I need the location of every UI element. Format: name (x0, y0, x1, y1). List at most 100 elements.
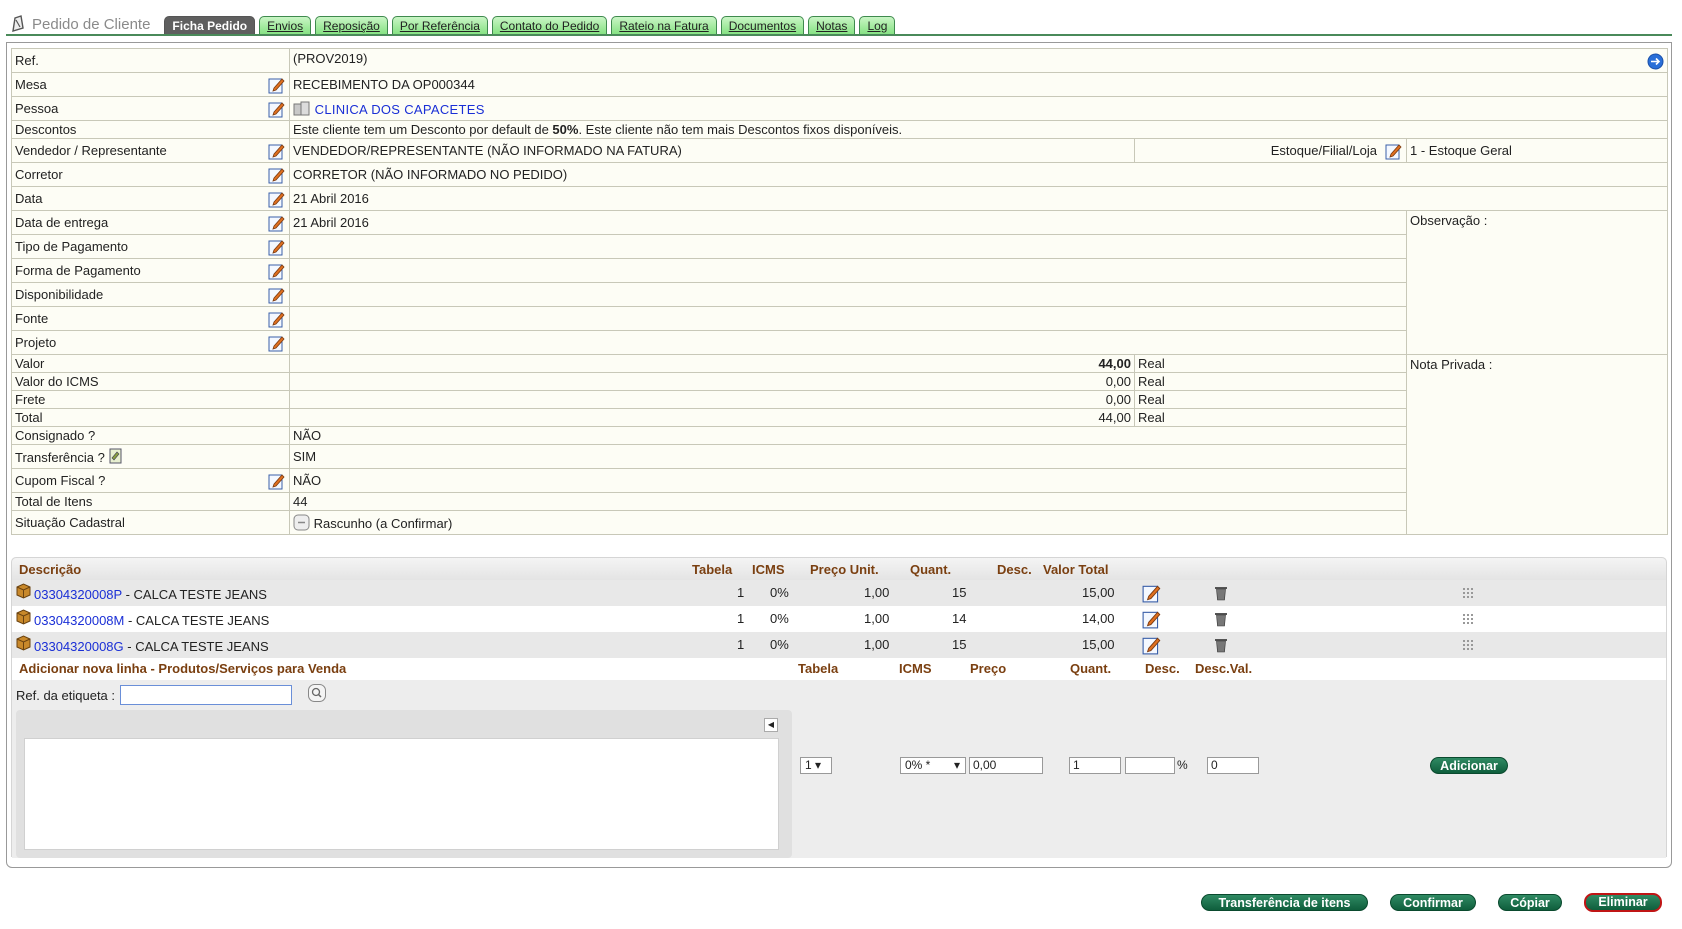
product-search-panel: ◀ (16, 710, 792, 858)
chevron-down-icon: ▾ (953, 758, 960, 772)
next-arrow-icon[interactable] (1647, 53, 1664, 70)
product-label: - CALCA TESTE JEANS (123, 639, 269, 654)
product-ref-link[interactable]: 03304320008G (34, 639, 124, 654)
product-box-icon (16, 635, 31, 651)
forma-pagamento-value (289, 258, 1407, 283)
tab-contato-do-pedido[interactable]: Contato do Pedido (491, 16, 608, 36)
confirmar-button[interactable]: Confirmar (1390, 894, 1476, 911)
consignado-value: NÃO (289, 426, 1407, 445)
edit-icon[interactable] (268, 262, 286, 280)
trash-icon[interactable] (1213, 584, 1229, 602)
cupom-value: NÃO (289, 468, 1407, 493)
edit-icon[interactable] (268, 100, 286, 118)
ref-label: Ref. (11, 48, 290, 73)
line-row: 03304320008P - CALCA TESTE JEANS 1 0% 1,… (12, 580, 1666, 606)
collapse-left-icon[interactable]: ◀ (764, 718, 778, 732)
corretor-label: Corretor (15, 167, 63, 182)
product-ref-link[interactable]: 03304320008P (34, 587, 122, 602)
preco-input[interactable]: 0,00 (969, 757, 1043, 774)
product-search-results[interactable] (24, 738, 779, 850)
row-descontos: Descontos Este cliente tem um Desconto p… (11, 120, 1669, 139)
tab-notas[interactable]: Notas (808, 16, 856, 36)
product-box-icon (16, 609, 31, 625)
product-ref-link[interactable]: 03304320008M (34, 613, 124, 628)
order-card: Ref. (PROV2019) Mesa RECEBIMENTO DA OP00… (6, 42, 1672, 868)
cell-quant: 15 (952, 637, 967, 652)
row-valor: Valor 44,00 Real Nota Privada : (11, 354, 1669, 535)
document-stamp-icon[interactable] (108, 448, 124, 464)
header-tabela: Tabela (692, 561, 733, 577)
edit-icon[interactable] (268, 334, 286, 352)
edit-icon[interactable] (268, 214, 286, 232)
quant-input[interactable]: 1 (1069, 757, 1121, 774)
mesa-value: RECEBIMENTO DA OP000344 (288, 72, 1669, 97)
edit-icon[interactable] (1385, 142, 1403, 160)
ref-etiqueta-input[interactable] (120, 685, 292, 705)
product-box-icon (16, 583, 31, 599)
copiar-button[interactable]: Cópiar (1498, 894, 1562, 911)
row-data: Data 21 Abril 2016 (11, 186, 1669, 211)
tab-envios[interactable]: Envios (259, 16, 312, 36)
edit-icon[interactable] (1142, 635, 1162, 655)
edit-icon[interactable] (268, 310, 286, 328)
mesa-label: Mesa (15, 77, 47, 92)
tab-documentos[interactable]: Documentos (720, 16, 805, 36)
cell-icms: 0% (770, 611, 789, 626)
edit-icon[interactable] (268, 76, 286, 94)
data-value: 21 Abril 2016 (288, 186, 1669, 211)
cupom-label: Cupom Fiscal ? (15, 473, 106, 488)
trash-icon[interactable] (1213, 636, 1229, 654)
edit-icon[interactable] (1142, 583, 1162, 603)
cell-tabela: 1 (737, 637, 745, 652)
edit-icon[interactable] (268, 166, 286, 184)
edit-icon[interactable] (268, 238, 286, 256)
nota-privada-cell[interactable]: Nota Privada : (1405, 354, 1669, 535)
transferencia-value: SIM (289, 444, 1407, 469)
cell-quant: 15 (952, 585, 967, 600)
row-vendedor: Vendedor / Representante VENDEDOR/REPRES… (11, 138, 1669, 163)
eliminar-button[interactable]: Eliminar (1584, 893, 1662, 912)
search-icon[interactable] (308, 684, 326, 702)
drag-handle-icon[interactable] (1463, 640, 1474, 651)
line-row: 03304320008M - CALCA TESTE JEANS 1 0% 1,… (12, 606, 1666, 632)
data-label: Data (15, 191, 43, 206)
disponibilidade-value (289, 282, 1407, 307)
desc-val-input[interactable]: 0 (1207, 757, 1259, 774)
tipo-pagamento-value (289, 234, 1407, 259)
tab-rateio-na-fatura[interactable]: Rateio na Fatura (611, 16, 717, 36)
tab-reposicao[interactable]: Reposição (315, 16, 388, 36)
descontos-text: Este cliente tem um Desconto por default… (293, 122, 553, 137)
add-line-title: Adicionar nova linha - Produtos/Serviços… (19, 661, 347, 676)
total-value: 44,00 (289, 408, 1135, 427)
estoque-value: 1 - Estoque Geral (1405, 138, 1669, 163)
fonte-label: Fonte (15, 311, 49, 326)
ref-value: (PROV2019) (293, 51, 368, 66)
add-header-icms: ICMS (899, 661, 932, 676)
app-title-text: Pedido de Cliente (32, 15, 151, 33)
cell-tabela: 1 (737, 585, 745, 600)
drag-handle-icon[interactable] (1463, 614, 1474, 625)
edit-icon[interactable] (268, 286, 286, 304)
buildings-icon (293, 101, 310, 115)
drag-handle-icon[interactable] (1463, 588, 1474, 599)
tab-por-referencia[interactable]: Por Referência (391, 16, 488, 36)
icms-currency: Real (1134, 372, 1407, 391)
trash-icon[interactable] (1213, 610, 1229, 628)
add-line-form: Ref. da etiqueta : ◀ 1 ▾ 0% * ▾ 0,00 1 % … (12, 680, 1666, 858)
transferencia-itens-button[interactable]: Transferência de itens (1201, 894, 1368, 911)
edit-icon[interactable] (1142, 609, 1162, 629)
pessoa-label: Pessoa (15, 101, 59, 116)
add-header-quant: Quant. (1070, 661, 1112, 676)
adicionar-button[interactable]: Adicionar (1430, 757, 1508, 774)
tabela-select[interactable]: 1 ▾ (800, 757, 832, 774)
observacao-cell[interactable]: Observação : (1405, 210, 1669, 355)
tab-log[interactable]: Log (859, 16, 896, 36)
edit-icon[interactable] (268, 472, 286, 490)
observacao-label: Observação : (1410, 213, 1488, 228)
edit-icon[interactable] (268, 190, 286, 208)
tab-ficha-pedido[interactable]: Ficha Pedido (164, 16, 256, 36)
edit-icon[interactable] (268, 142, 286, 160)
icms-select[interactable]: 0% * ▾ (900, 757, 966, 774)
desc-input[interactable] (1125, 757, 1175, 774)
pessoa-link[interactable]: CLINICA DOS CAPACETES (315, 102, 485, 117)
